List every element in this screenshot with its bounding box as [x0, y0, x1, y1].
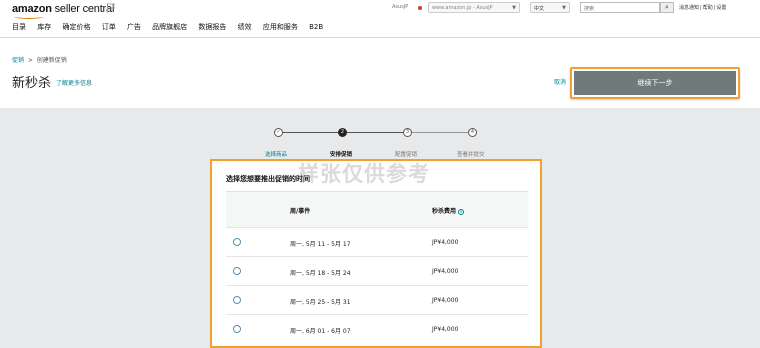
top-link-messages[interactable]: 消息通知: [678, 5, 700, 11]
table-row[interactable]: 周一, 6月 01 - 6月 07 JP¥4,000: [226, 314, 528, 343]
step-1-check-icon: ✓: [274, 128, 283, 137]
learn-more-link[interactable]: 了解更多信息: [56, 78, 92, 87]
step-label-select-products[interactable]: 选择商品: [265, 150, 287, 158]
language-select-value: 中文: [534, 6, 545, 12]
week-table: 周/事件 秒杀费用 i 周一, 5月 11 - 5月 17 JP¥4,000 周一…: [226, 191, 528, 343]
step-4-indicator: 4: [468, 128, 477, 137]
nav-item-performance[interactable]: 绩效: [238, 23, 252, 31]
column-header-fee: 秒杀费用 i: [432, 206, 465, 215]
account-name[interactable]: AsusJP: [392, 4, 408, 10]
nav-item-stores[interactable]: 品牌旗舰店: [152, 23, 187, 31]
step-label-configure: 配置促销: [395, 152, 418, 158]
column-header-week: 周/事件: [290, 208, 311, 215]
store-select-value: www.amazon.jp - AsusJP: [432, 5, 493, 11]
breadcrumb-current: 创建新促销: [36, 57, 67, 64]
nav-item-inventory[interactable]: 库存: [37, 23, 51, 31]
week-radio[interactable]: [233, 325, 241, 333]
week-radio[interactable]: [233, 238, 241, 246]
step-connector: [283, 132, 338, 133]
step-3-indicator: 3: [403, 128, 412, 137]
breadcrumb-promotions[interactable]: 促销: [12, 57, 24, 64]
top-link-help[interactable]: 帮助: [702, 5, 714, 11]
week-range: 周一, 5月 18 - 5月 24: [290, 270, 351, 277]
chevron-down-icon: ▼: [562, 5, 566, 11]
top-link-settings[interactable]: 设置: [715, 5, 727, 11]
step-connector: [412, 132, 468, 133]
week-radio[interactable]: [233, 267, 241, 275]
nav-item-orders[interactable]: 订单: [102, 23, 116, 31]
table-row[interactable]: 周一, 5月 18 - 5月 24 JP¥4,000: [226, 256, 528, 285]
nav-item-b2b[interactable]: B2B: [309, 23, 323, 31]
nav-item-catalog[interactable]: 目录: [12, 23, 26, 31]
nav-item-reports[interactable]: 数据报告: [198, 23, 226, 31]
watermark-text: 样张仅供参考: [298, 162, 430, 186]
page-title: 新秒杀: [12, 76, 52, 91]
step-label-review: 查看并提交: [457, 152, 485, 158]
cancel-link[interactable]: 取消: [554, 77, 566, 86]
search-button[interactable]: ⌕: [660, 2, 674, 13]
top-links: 消息通知|帮助|设置: [678, 5, 727, 11]
nav-item-advertising[interactable]: 广告: [127, 23, 141, 31]
deal-fee: JP¥4,000: [432, 297, 459, 304]
week-radio[interactable]: [233, 296, 241, 304]
deal-fee: JP¥4,000: [432, 326, 459, 333]
nav-item-apps[interactable]: 应用和服务: [263, 23, 298, 31]
main-nav: 目录 库存 确定价格 订单 广告 品牌旗舰店 数据报告 绩效 应用和服务 B2B: [12, 22, 332, 32]
step-connector: [347, 132, 403, 133]
breadcrumb-separator: >: [27, 57, 33, 64]
top-bar: amazon seller central AsusJP www.amazon.…: [0, 0, 760, 38]
week-range: 周一, 6月 01 - 6月 07: [290, 328, 351, 335]
store-select[interactable]: www.amazon.jp - AsusJP ▼: [428, 2, 520, 13]
table-row[interactable]: 周一, 5月 11 - 5月 17 JP¥4,000: [226, 227, 528, 256]
step-label-schedule: 安排促销: [330, 152, 353, 158]
search-input-placeholder: 搜索: [584, 6, 595, 12]
search-icon: ⌕: [665, 3, 669, 11]
account-status-icon: [418, 6, 422, 10]
search-input[interactable]: 搜索: [580, 2, 660, 13]
chevron-down-icon: ▼: [512, 5, 516, 11]
table-row[interactable]: 周一, 5月 25 - 5月 31 JP¥4,000: [226, 285, 528, 314]
continue-button-highlight: 继续下一步: [570, 67, 740, 99]
deal-fee: JP¥4,000: [432, 268, 459, 275]
language-select[interactable]: 中文 ▼: [530, 2, 570, 13]
nav-item-pricing[interactable]: 确定价格: [62, 23, 90, 31]
week-range: 周一, 5月 11 - 5月 17: [290, 241, 351, 248]
column-header-fee-label: 秒杀费用: [432, 208, 457, 215]
flag-icon[interactable]: [106, 3, 116, 13]
logo-smile-icon: [14, 14, 44, 19]
table-header: 周/事件 秒杀费用 i: [226, 191, 528, 227]
step-2-indicator: 2: [338, 128, 347, 137]
breadcrumb: 促销 > 创建新促销: [12, 55, 67, 64]
continue-button[interactable]: 继续下一步: [574, 71, 736, 95]
info-icon[interactable]: i: [458, 208, 465, 215]
deal-fee: JP¥4,000: [432, 239, 459, 246]
week-range: 周一, 5月 25 - 5月 31: [290, 299, 351, 306]
